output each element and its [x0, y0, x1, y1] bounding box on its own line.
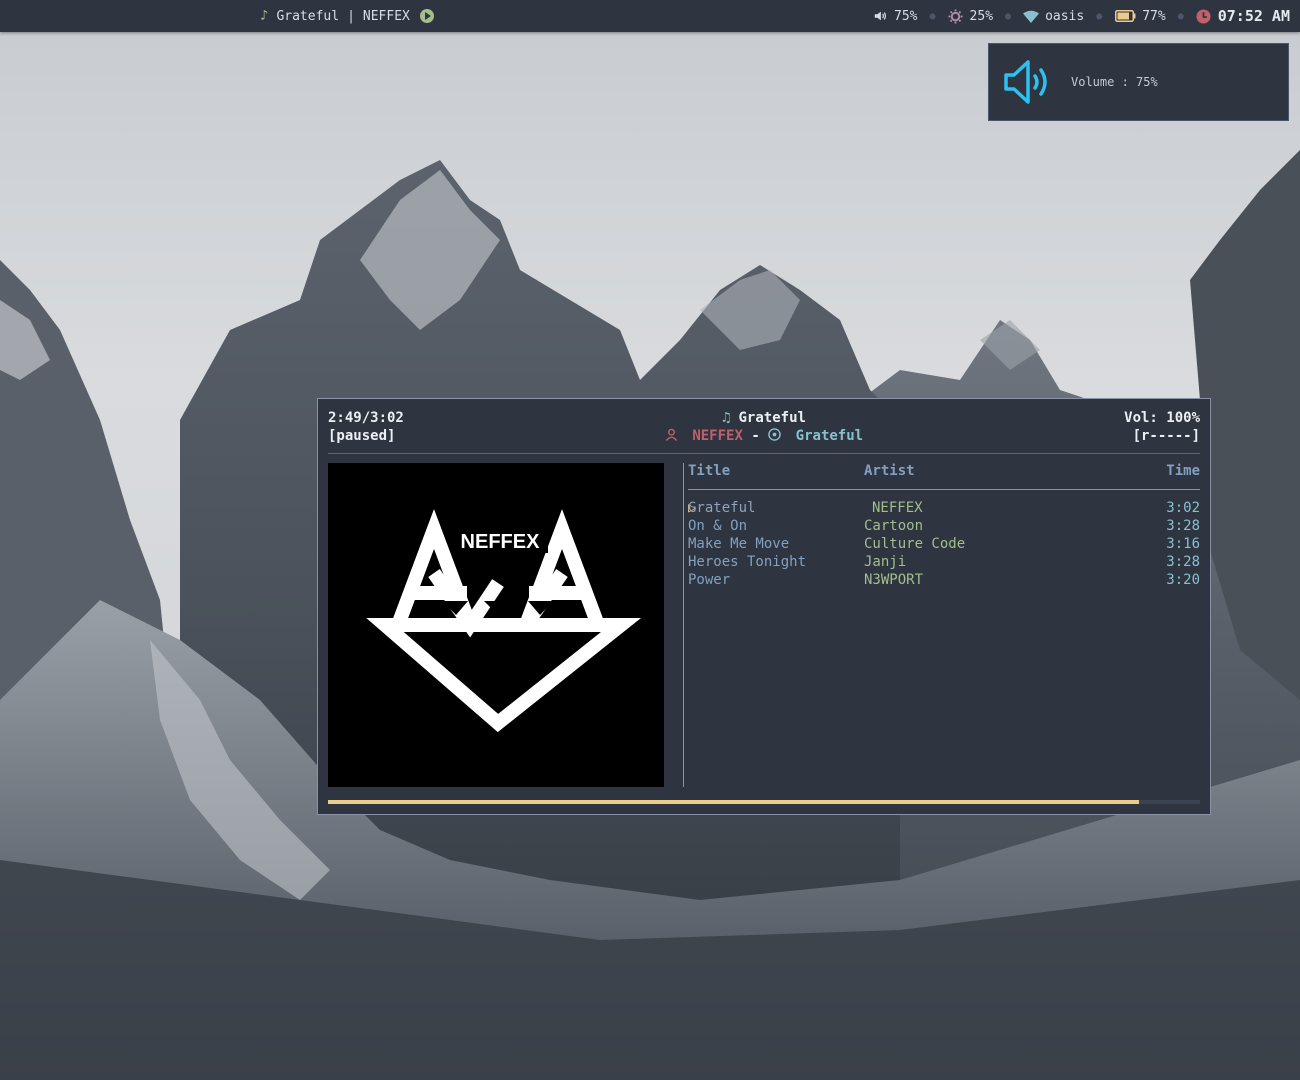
column-header-time[interactable]: Time: [1166, 463, 1200, 479]
now-playing-artist: NEFFEX: [362, 8, 410, 24]
music-note-icon: ♪: [260, 8, 269, 24]
notification-text: Volume : 75%: [1071, 75, 1158, 89]
playback-progress-fill: [328, 800, 1139, 804]
now-playing-title: Grateful: [276, 8, 340, 24]
list-item[interactable]: On & On Cartoon 3:28: [688, 517, 1200, 535]
song-artist: NEFFEX: [692, 428, 743, 444]
now-playing-separator: |: [347, 8, 355, 24]
wifi-ssid: oasis: [1045, 8, 1085, 24]
track-title: On & On: [688, 518, 748, 534]
top-bar: ♪ Grateful | NEFFEX 75% ● 25% ● oasis ●: [0, 0, 1300, 32]
track-title: Heroes Tonight: [688, 554, 807, 570]
track-duration: 3:20: [1166, 572, 1200, 588]
clock-time: 07:52 AM: [1217, 7, 1290, 25]
speaker-volume-icon: [1001, 55, 1055, 109]
album-art-logo-text: NEFFEX: [461, 531, 541, 553]
player-header: 2:49/3:02 [paused] ♫ Grateful NEFFEX - Gr…: [328, 409, 1200, 445]
album-art: NEFFEX: [328, 463, 664, 787]
song-title-line: ♫ Grateful: [328, 409, 1200, 427]
column-header-title[interactable]: Title: [688, 463, 730, 479]
list-item[interactable]: Heroes Tonight Janji 3:28: [688, 553, 1200, 571]
track-artist: N3WPORT: [864, 572, 924, 588]
status-modules: 75% ● 25% ● oasis ● 77% ● 07:52 AM: [872, 0, 1290, 32]
track-artist: Culture Code: [864, 536, 966, 552]
volume-notification[interactable]: Volume : 75%: [988, 43, 1289, 121]
music-notes-icon: ♫: [722, 410, 731, 426]
player-volume[interactable]: Vol: 100%: [1124, 409, 1200, 427]
track-duration: 3:16: [1166, 536, 1200, 552]
module-separator: ●: [1005, 10, 1012, 22]
track-title: Grateful: [688, 500, 756, 516]
list-item[interactable]: Power N3WPORT 3:20: [688, 571, 1200, 589]
track-duration: 3:28: [1166, 554, 1200, 570]
track-title: Make Me Move: [688, 536, 790, 552]
song-album: Grateful: [795, 428, 864, 444]
neffex-logo: NEFFEX: [328, 463, 664, 787]
artist-album-dash: -: [751, 428, 760, 444]
now-playing-module[interactable]: ♪ Grateful | NEFFEX: [260, 0, 434, 32]
clock-icon: [1196, 8, 1212, 24]
artist-album-line: NEFFEX - Grateful: [328, 427, 1200, 445]
playlist-divider: [688, 489, 1200, 490]
track-duration: 3:28: [1166, 518, 1200, 534]
module-separator: ●: [1096, 10, 1103, 22]
wifi-module[interactable]: oasis: [1023, 8, 1084, 24]
playlist-rows: ▷ Grateful NEFFEX 3:02 On & On Cartoon 3:…: [688, 499, 1200, 589]
list-item[interactable]: Make Me Move Culture Code 3:16: [688, 535, 1200, 553]
music-player-window[interactable]: 2:49/3:02 [paused] ♫ Grateful NEFFEX - Gr…: [317, 398, 1211, 815]
volume-value: 75%: [894, 8, 918, 24]
wifi-icon: [1023, 8, 1040, 24]
disc-icon: [768, 428, 795, 444]
playback-progress-bar[interactable]: [328, 800, 1200, 804]
playlist: Title Artist Time ▷ Grateful NEFFEX 3:02 …: [688, 463, 1200, 588]
track-duration: 3:02: [1166, 500, 1200, 516]
sun-icon: [948, 8, 964, 24]
track-artist: NEFFEX: [872, 500, 923, 516]
column-header-artist[interactable]: Artist: [864, 463, 915, 479]
module-separator: ●: [929, 10, 936, 22]
list-item[interactable]: ▷ Grateful NEFFEX 3:02: [688, 499, 1200, 517]
speaker-icon: [872, 8, 888, 24]
volume-module[interactable]: 75%: [872, 8, 918, 24]
clock-module[interactable]: 07:52 AM: [1196, 7, 1290, 25]
header-divider: [328, 453, 1200, 454]
track-title: Power: [688, 572, 731, 588]
play-circle-icon[interactable]: [419, 9, 434, 23]
module-separator: ●: [1177, 10, 1184, 22]
battery-module[interactable]: 77%: [1114, 8, 1166, 24]
battery-icon: [1114, 8, 1136, 24]
track-artist: Janji: [864, 554, 907, 570]
brightness-value: 25%: [969, 8, 994, 24]
brightness-module[interactable]: 25%: [948, 8, 993, 24]
pane-separator: [683, 463, 684, 787]
playlist-header: Title Artist Time: [688, 463, 1200, 481]
user-icon: [665, 428, 692, 444]
player-volume-bar[interactable]: [r-----]: [1133, 427, 1200, 445]
track-artist: Cartoon: [864, 518, 924, 534]
song-title: Grateful: [738, 410, 806, 426]
battery-value: 77%: [1142, 8, 1166, 24]
